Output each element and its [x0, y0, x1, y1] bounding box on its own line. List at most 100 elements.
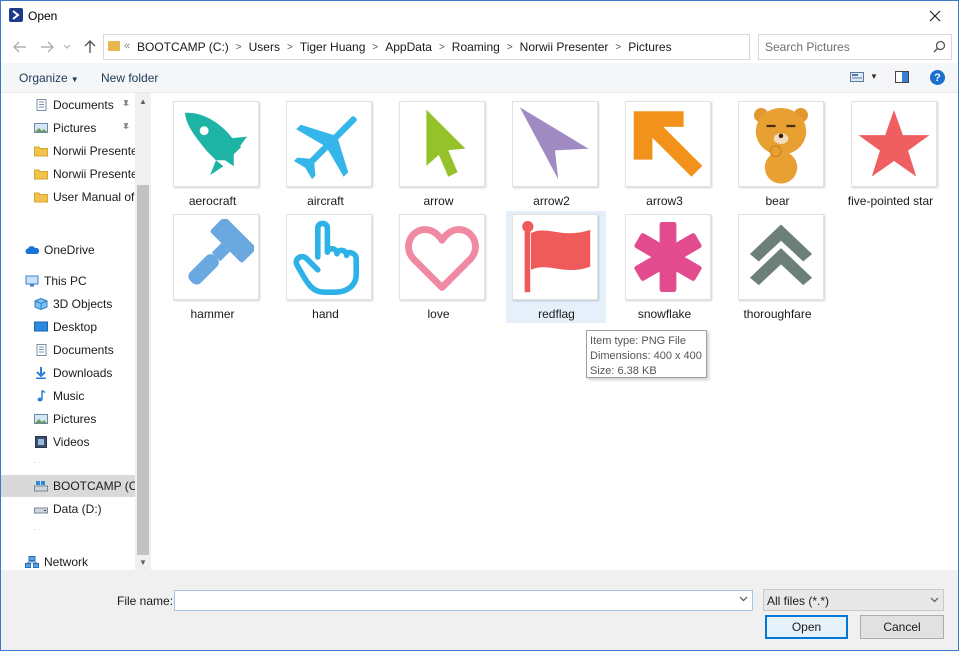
file-item[interactable]: arrow2	[502, 94, 601, 208]
breadcrumb-item[interactable]: AppData	[385, 40, 432, 54]
organize-button[interactable]: Organize ▼	[19, 71, 79, 85]
cursor-arrow-icon	[426, 109, 466, 177]
breadcrumb: BOOTCAMP (C:) > Users > Tiger Huang > Ap…	[137, 40, 672, 54]
chevron-right-icon[interactable]: >	[439, 42, 445, 53]
nav-item-videos[interactable]: Videos	[1, 431, 135, 453]
nav-item-pictures[interactable]: Pictures	[1, 408, 135, 430]
airplane-icon	[293, 116, 357, 180]
change-view-button[interactable]	[850, 71, 864, 86]
nav-item-downloads[interactable]: Downloads	[1, 362, 135, 384]
file-name: aircraft	[307, 194, 344, 208]
nav-item-norwii-presenter[interactable]: Norwii Presenter	[1, 140, 135, 162]
file-thumbnail	[173, 214, 259, 300]
close-button[interactable]	[912, 1, 958, 31]
file-name-combobox[interactable]	[174, 590, 753, 611]
file-thumbnail	[399, 214, 485, 300]
pictures-icon	[34, 123, 48, 133]
tooltip-item-type: Item type: PNG File	[590, 335, 686, 347]
file-name: bear	[765, 194, 790, 208]
chevron-down-icon[interactable]	[739, 594, 748, 604]
nav-item-pictures[interactable]: Pictures	[1, 117, 135, 139]
breadcrumb-item[interactable]: BOOTCAMP (C:)	[137, 40, 229, 54]
chevron-double-left-icon[interactable]: «	[124, 40, 130, 52]
preview-pane-button[interactable]	[895, 71, 909, 86]
nav-separator: ··	[34, 458, 44, 467]
file-name-input[interactable]	[178, 593, 728, 608]
folder-icon	[34, 146, 48, 157]
breadcrumb-item[interactable]: Tiger Huang	[300, 40, 366, 54]
breadcrumb-item[interactable]: Pictures	[628, 40, 671, 54]
file-thumbnail	[738, 214, 824, 300]
drive-d-icon	[34, 507, 48, 514]
file-item[interactable]: thoroughfare	[728, 207, 827, 321]
file-item[interactable]: hand	[276, 207, 375, 321]
scroll-thumb[interactable]	[137, 185, 149, 555]
nav-item-documents[interactable]: Documents	[1, 94, 135, 116]
nav-item-music[interactable]: Music	[1, 385, 135, 407]
nav-item-label: Network	[44, 555, 89, 569]
nav-item-bootcamp-drive[interactable]: BOOTCAMP (C:)	[1, 475, 135, 497]
nav-item-norwii-presenter[interactable]: Norwii Presenter	[1, 163, 135, 185]
chevron-right-icon[interactable]: >	[507, 42, 513, 53]
breadcrumb-item[interactable]: Roaming	[452, 40, 500, 54]
file-thumbnail	[625, 214, 711, 300]
nav-item-label: BOOTCAMP (C:)	[53, 479, 135, 493]
file-thumbnail	[399, 101, 485, 187]
file-name: hand	[312, 307, 339, 321]
nav-item-network[interactable]: Network	[1, 551, 135, 570]
nav-item-label: This PC	[44, 274, 87, 288]
nav-item-documents[interactable]: Documents	[1, 339, 135, 361]
file-item-selected[interactable]: redflag	[506, 211, 606, 323]
downloads-icon	[36, 367, 46, 379]
folder-icon	[34, 192, 48, 203]
nav-item-desktop[interactable]: Desktop	[1, 316, 135, 338]
chevron-right-icon[interactable]: >	[236, 42, 242, 53]
file-item[interactable]: arrow	[389, 94, 488, 208]
pin-icon[interactable]	[121, 99, 131, 109]
view-icon	[850, 72, 864, 82]
nav-scrollbar[interactable]: ▲ ▼	[135, 93, 151, 570]
search-icon[interactable]	[933, 40, 946, 53]
nav-item-label: User Manual of N	[53, 190, 135, 204]
search-box[interactable]	[758, 34, 952, 60]
nav-item-data-drive[interactable]: Data (D:)	[1, 498, 135, 520]
open-button[interactable]: Open	[765, 615, 848, 639]
up-button[interactable]	[80, 37, 100, 57]
cancel-button[interactable]: Cancel	[860, 615, 944, 639]
file-item[interactable]: aerocraft	[163, 94, 262, 208]
chevron-right-icon[interactable]: >	[615, 42, 621, 53]
file-type-select[interactable]: All files (*.*)	[763, 589, 944, 611]
nav-item-this-pc[interactable]: This PC	[1, 270, 135, 292]
file-name-label: File name:	[117, 594, 174, 608]
file-item[interactable]: arrow3	[615, 94, 714, 208]
new-folder-button[interactable]: New folder	[101, 71, 158, 85]
nav-item-label: Documents	[53, 98, 114, 112]
file-item[interactable]: hammer	[163, 207, 262, 321]
chevron-right-icon[interactable]: >	[287, 42, 293, 53]
file-item[interactable]: snowflake	[615, 207, 714, 321]
help-button[interactable]: ?	[930, 70, 945, 85]
back-button[interactable]	[10, 37, 30, 57]
file-item[interactable]: five-pointed star	[841, 94, 940, 208]
chevron-right-icon[interactable]: >	[372, 42, 378, 53]
search-input[interactable]	[765, 40, 925, 54]
nav-item-3d-objects[interactable]: 3D Objects	[1, 293, 135, 315]
address-bar[interactable]: « BOOTCAMP (C:) > Users > Tiger Huang > …	[103, 34, 844, 60]
3d-objects-icon	[34, 298, 48, 310]
scroll-down-button[interactable]: ▼	[135, 554, 151, 570]
chevron-down-icon	[930, 595, 939, 605]
up-arrow-icon	[84, 40, 96, 53]
caret-down-icon[interactable]: ▼	[870, 72, 878, 81]
breadcrumb-item[interactable]: Users	[249, 40, 280, 54]
recent-locations-button[interactable]	[60, 37, 74, 57]
nav-item-user-manual[interactable]: User Manual of N	[1, 186, 135, 208]
file-item[interactable]: love	[389, 207, 488, 321]
file-item[interactable]: bear	[728, 94, 827, 208]
forward-button[interactable]	[37, 37, 57, 57]
scroll-up-button[interactable]: ▲	[135, 93, 151, 109]
breadcrumb-item[interactable]: Norwii Presenter	[520, 40, 609, 54]
nav-item-onedrive[interactable]: OneDrive	[1, 239, 135, 261]
app-icon	[9, 8, 23, 22]
file-item[interactable]: aircraft	[276, 94, 375, 208]
pin-icon[interactable]	[121, 122, 131, 132]
